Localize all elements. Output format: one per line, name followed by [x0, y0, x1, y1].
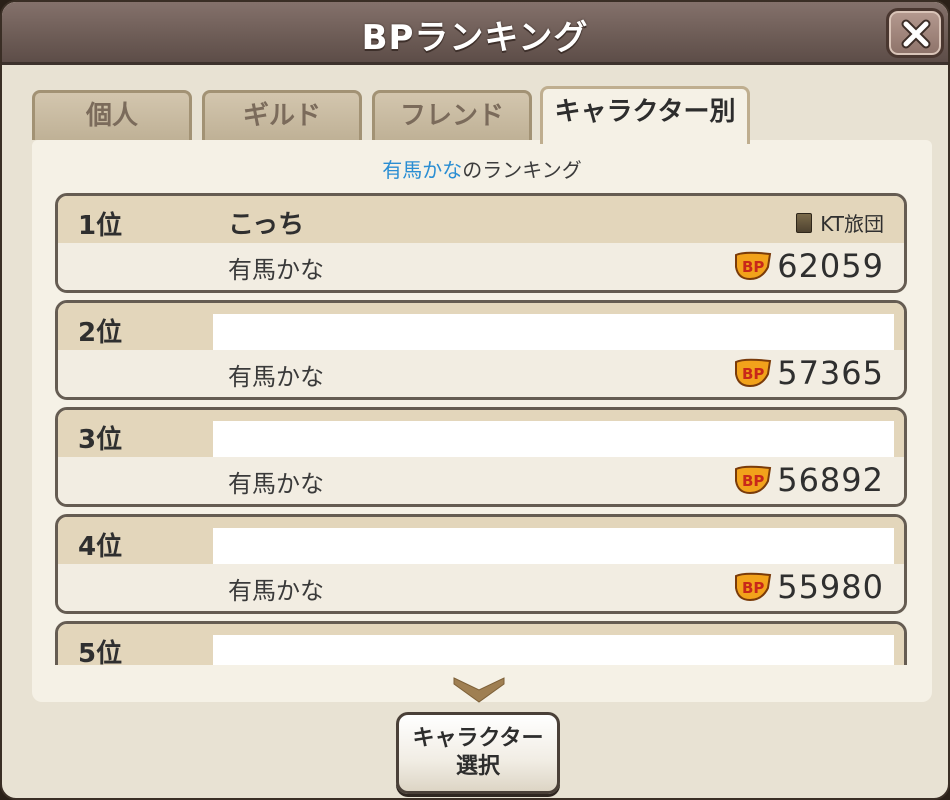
bp-ranking-dialog: BPランキング 個人 ギルド フレンド キャラクター別 有馬かなのランキング 1…: [0, 0, 950, 800]
entry-score: 57365: [777, 354, 884, 392]
entry-score-wrap: BP 57365: [735, 351, 884, 395]
entry-character-name: 有馬かな: [228, 363, 324, 391]
close-x-icon: [901, 19, 931, 49]
entry-score: 56892: [777, 461, 884, 499]
entry-score-wrap: BP 56892: [735, 458, 884, 502]
svg-text:BP: BP: [742, 365, 764, 383]
character-select-button[interactable]: キャラクター 選択: [396, 712, 560, 794]
svg-text:BP: BP: [742, 472, 764, 490]
select-button-line1: キャラクター: [412, 726, 544, 751]
select-button-line2: 選択: [455, 754, 500, 779]
entry-rank: 1位: [78, 211, 123, 241]
entry-rank: 4位: [78, 532, 123, 562]
entry-header-row: 3位: [58, 410, 904, 457]
tab-friend[interactable]: フレンド: [372, 90, 532, 140]
close-button[interactable]: [886, 8, 944, 58]
bp-icon: BP: [735, 251, 772, 281]
ranking-entry[interactable]: 4位 有馬かな BP 55980: [55, 514, 907, 614]
ranking-entry[interactable]: 5位: [55, 621, 907, 665]
ranking-subtitle: 有馬かなのランキング: [32, 154, 932, 183]
entry-detail-row: 有馬かな BP 55980: [58, 564, 904, 611]
entry-character-name: 有馬かな: [228, 256, 324, 284]
ranking-tabs: 個人 ギルド フレンド キャラクター別: [32, 86, 772, 145]
ranking-entry[interactable]: 2位 有馬かな BP 57365: [55, 300, 907, 400]
ranking-entry[interactable]: 3位 有馬かな BP 56892: [55, 407, 907, 507]
bp-icon: BP: [735, 465, 772, 495]
entry-player-name: こっち: [228, 210, 305, 240]
dialog-header: BPランキング: [2, 2, 948, 65]
bp-icon: BP: [735, 358, 772, 388]
entry-name-bar: [213, 635, 894, 665]
entry-header-row: 2位: [58, 303, 904, 350]
bp-icon: BP: [735, 572, 772, 602]
tab-by-character[interactable]: キャラクター別: [540, 86, 750, 144]
entry-score: 55980: [777, 568, 884, 606]
subtitle-suffix: のランキング: [462, 158, 582, 182]
ranking-panel: 有馬かなのランキング 1位 こっち KT旅団 有馬かな BP 62059 2位 …: [32, 140, 932, 702]
dialog-title: BPランキング: [361, 18, 589, 58]
guild-emblem-icon: [796, 213, 813, 233]
entry-score: 62059: [777, 247, 884, 285]
entry-name-bar: [213, 421, 894, 457]
entry-detail-row: 有馬かな BP 56892: [58, 457, 904, 504]
entry-name-bar: [213, 528, 894, 564]
entry-score-wrap: BP 62059: [735, 244, 884, 288]
entry-score-wrap: BP 55980: [735, 565, 884, 609]
entry-character-name: 有馬かな: [228, 577, 324, 605]
scroll-down-icon[interactable]: [452, 674, 506, 704]
ranking-entry[interactable]: 1位 こっち KT旅団 有馬かな BP 62059: [55, 193, 907, 293]
entry-rank: 3位: [78, 425, 123, 455]
entry-guild-name: KT旅団: [820, 212, 884, 236]
ranking-list[interactable]: 1位 こっち KT旅団 有馬かな BP 62059 2位 有馬かな BP 573…: [55, 193, 907, 665]
entry-rank: 5位: [78, 639, 123, 665]
entry-detail-row: 有馬かな BP 57365: [58, 350, 904, 397]
entry-character-name: 有馬かな: [228, 470, 324, 498]
entry-header-row: 5位: [58, 624, 904, 665]
svg-text:BP: BP: [742, 258, 764, 276]
entry-guild: KT旅団: [796, 208, 884, 237]
entry-detail-row: 有馬かな BP 62059: [58, 243, 904, 290]
entry-header-row: 1位 こっち KT旅団: [58, 196, 904, 243]
tab-guild[interactable]: ギルド: [202, 90, 362, 140]
subtitle-character-name: 有馬かな: [382, 158, 463, 182]
svg-text:BP: BP: [742, 579, 764, 597]
entry-rank: 2位: [78, 318, 123, 348]
entry-name-bar: [213, 314, 894, 350]
tab-individual[interactable]: 個人: [32, 90, 192, 140]
entry-header-row: 4位: [58, 517, 904, 564]
